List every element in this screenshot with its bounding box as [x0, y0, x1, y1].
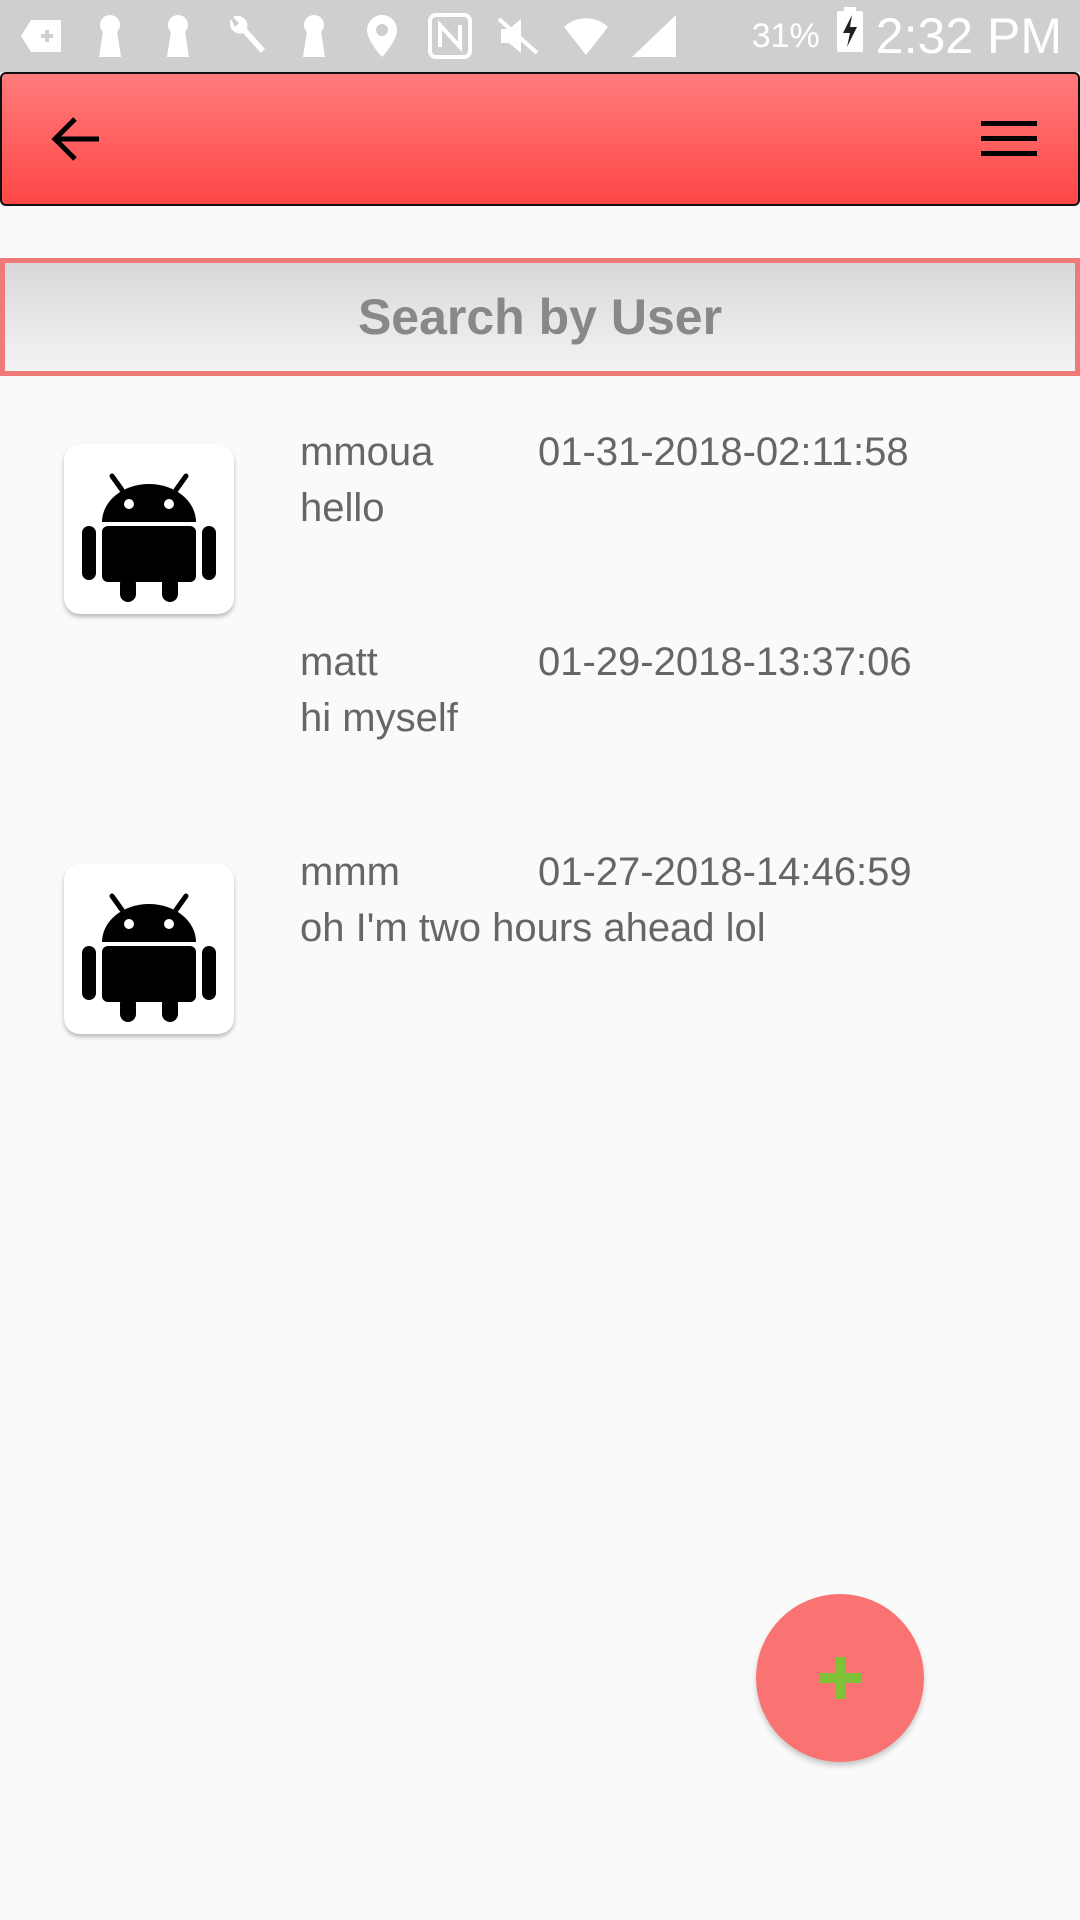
message-timestamp: 01-31-2018-02:11:58 [538, 430, 909, 474]
status-bar: 31% 2:32 PM [0, 0, 1080, 72]
add-message-button[interactable] [756, 1594, 924, 1762]
avatar [64, 444, 234, 614]
location-pin-icon [358, 12, 406, 60]
message-username: matt [300, 640, 378, 684]
keyhole-icon [290, 12, 338, 60]
keyhole-icon [154, 12, 202, 60]
message-timestamp: 01-27-2018-14:46:59 [538, 850, 912, 894]
keyhole-icon [86, 12, 134, 60]
message-text: hello [300, 486, 385, 530]
wifi-icon [562, 12, 610, 60]
hamburger-menu-icon [981, 121, 1037, 156]
message-item[interactable]: mmm 01-27-2018-14:46:59 oh I'm two hours… [0, 840, 1080, 1050]
nfc-icon [426, 12, 474, 60]
clock: 2:32 PM [875, 8, 1062, 64]
battery-charging-icon [836, 7, 864, 65]
message-username: mmoua [300, 430, 434, 474]
battery-percent: 31% [751, 16, 820, 55]
status-right: 31% 2:32 PM [752, 7, 1062, 65]
avatar [64, 864, 234, 1034]
search-box [0, 258, 1080, 376]
android-robot-icon [82, 893, 216, 1022]
mute-icon [494, 12, 542, 60]
wrench-icon [222, 12, 270, 60]
status-icons [18, 12, 678, 60]
message-text: hi myself [300, 696, 458, 740]
menu-button[interactable] [978, 108, 1040, 170]
message-username: mmm [300, 850, 400, 894]
back-button[interactable] [46, 108, 108, 170]
arrow-left-icon [51, 117, 99, 161]
add-notification-icon [18, 12, 66, 60]
plus-icon [819, 1657, 861, 1699]
message-list: mmoua 01-31-2018-02:11:58 hello matt 01-… [0, 420, 1080, 1050]
message-item[interactable]: mmoua 01-31-2018-02:11:58 hello [0, 420, 1080, 630]
message-text: oh I'm two hours ahead lol [300, 906, 766, 950]
search-input[interactable] [5, 263, 1075, 371]
message-item[interactable]: matt 01-29-2018-13:37:06 hi myself [0, 630, 1080, 840]
android-robot-icon [82, 473, 216, 602]
app-bar [0, 72, 1080, 206]
message-timestamp: 01-29-2018-13:37:06 [538, 640, 912, 684]
signal-icon [630, 12, 678, 60]
